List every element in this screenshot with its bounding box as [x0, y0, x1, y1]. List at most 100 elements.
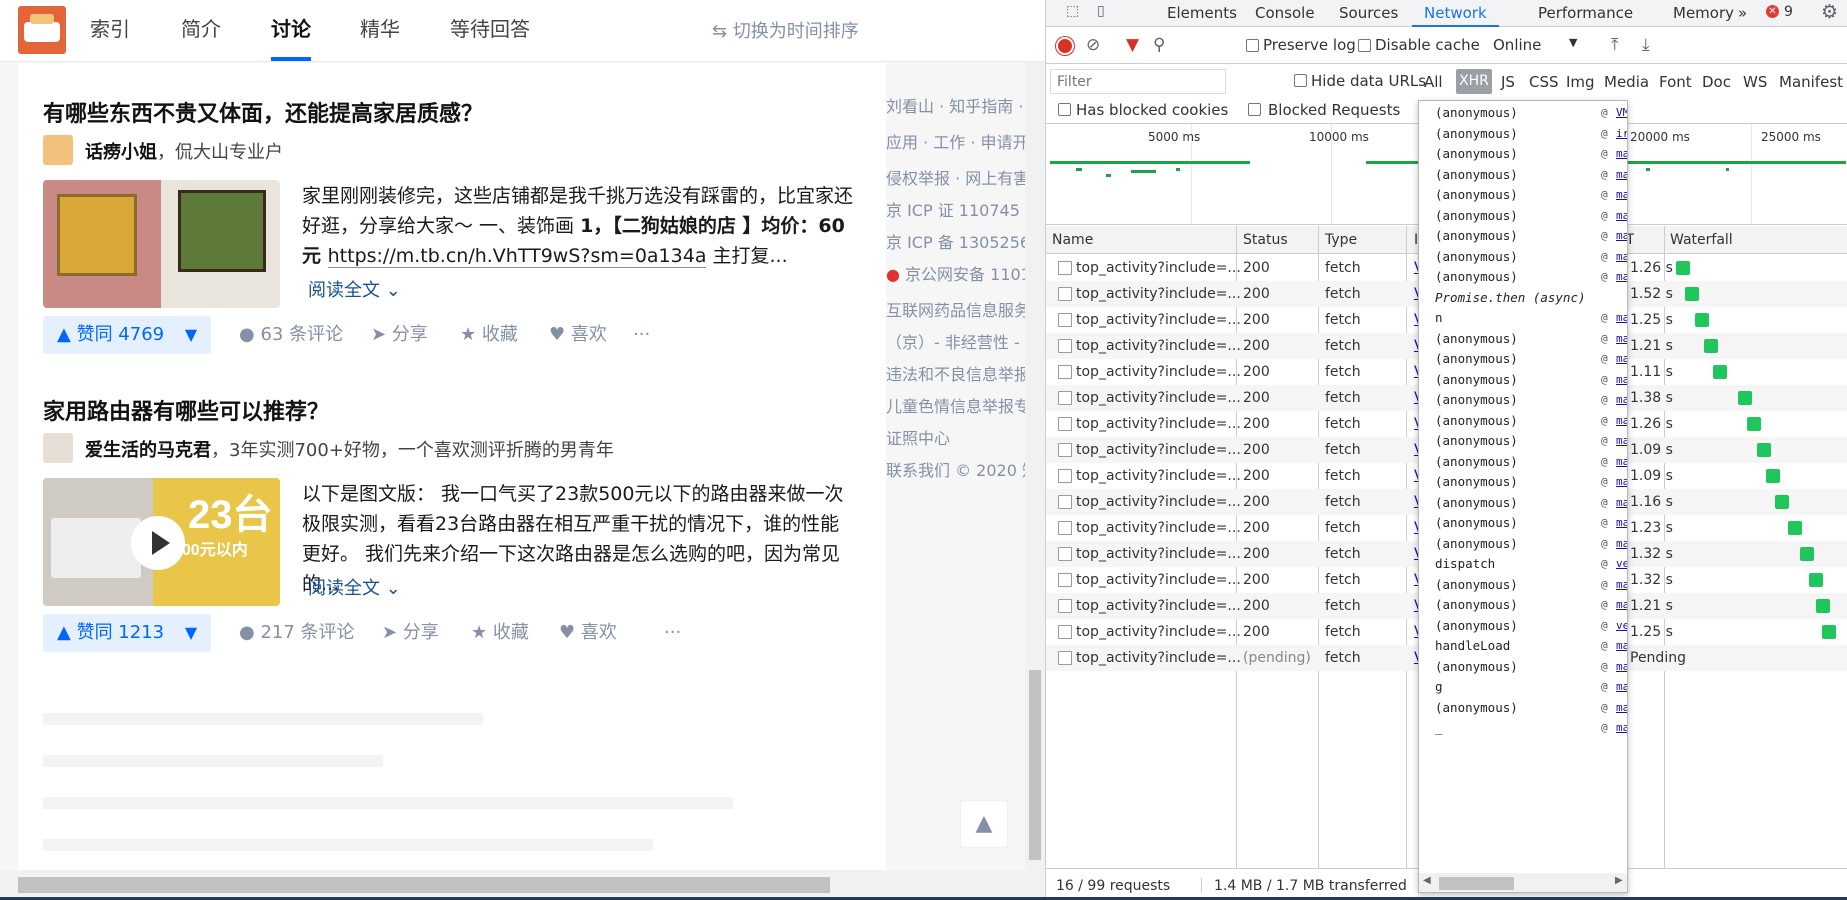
video-thumbnail[interactable]: 23台 500元以内: [43, 478, 280, 606]
stack-frame-source-link[interactable]: ma: [1616, 475, 1627, 488]
stack-frame-source-link[interactable]: VM: [1616, 106, 1627, 119]
filter-type-all[interactable]: All: [1424, 73, 1443, 91]
scrollbar-thumb[interactable]: [1029, 670, 1041, 860]
column-name[interactable]: Name: [1052, 232, 1093, 248]
throttling-select[interactable]: Online: [1493, 36, 1541, 54]
scrollbar-thumb[interactable]: [1439, 877, 1514, 890]
stack-frame-source-link[interactable]: ir: [1616, 127, 1627, 140]
footer-link[interactable]: 互联网药品信息服务资格证书: [886, 297, 1045, 321]
comments-button[interactable]: ● 63 条评论: [239, 316, 343, 354]
disable-cache-checkbox[interactable]: [1358, 39, 1371, 52]
error-count[interactable]: 9: [1784, 4, 1793, 20]
footer-link[interactable]: 刘看山 · 知乎指南 · 知乎协议: [886, 93, 1045, 117]
excerpt-link[interactable]: https://m.tb.cn/h.VhTT9wS?sm=0a134a: [327, 245, 707, 268]
request-name[interactable]: top_activity?include=...: [1076, 572, 1241, 588]
stack-frame-source-link[interactable]: ma: [1616, 147, 1627, 160]
avatar[interactable]: [43, 433, 73, 463]
search-icon[interactable]: ⚲: [1153, 35, 1165, 55]
back-to-top-button[interactable]: ▲: [960, 800, 1008, 848]
inspect-element-icon[interactable]: ⬚: [1066, 3, 1084, 21]
stack-frame-source-link[interactable]: ve: [1616, 557, 1627, 570]
stack-frame-source-link[interactable]: ma: [1616, 721, 1627, 734]
play-icon[interactable]: [131, 516, 185, 570]
stack-frame-source-link[interactable]: ma: [1616, 229, 1627, 242]
stack-frame-source-link[interactable]: ma: [1616, 332, 1627, 345]
like-button[interactable]: ♥ 喜欢: [549, 316, 607, 354]
tab-discussion[interactable]: 讨论: [271, 16, 311, 61]
request-name[interactable]: top_activity?include=...: [1076, 286, 1241, 302]
upvote-button[interactable]: ▲ 赞同 4769: [43, 316, 179, 354]
column-waterfall[interactable]: Waterfall: [1670, 232, 1733, 248]
import-har-icon[interactable]: ⤒: [1611, 35, 1619, 55]
stack-frame-source-link[interactable]: ma: [1616, 393, 1627, 406]
stack-frame-source-link[interactable]: ma: [1616, 434, 1627, 447]
column-status[interactable]: Status: [1243, 232, 1288, 248]
read-more-link[interactable]: 阅读全文 ⌄: [308, 574, 401, 600]
stack-frame-source-link[interactable]: ma: [1616, 639, 1627, 652]
device-toolbar-icon[interactable]: ▯: [1097, 3, 1115, 21]
scroll-left-icon[interactable]: ◀: [1423, 875, 1431, 886]
stack-frame-source-link[interactable]: ma: [1616, 537, 1627, 550]
stack-frame-source-link[interactable]: ma: [1616, 578, 1627, 591]
error-icon[interactable]: ✕: [1766, 5, 1779, 18]
request-name[interactable]: top_activity?include=...: [1076, 390, 1241, 406]
filter-type-xhr[interactable]: XHR: [1456, 69, 1492, 94]
popover-horizontal-scrollbar[interactable]: ◀ ▶: [1419, 873, 1627, 892]
request-name[interactable]: top_activity?include=...: [1076, 260, 1241, 276]
stack-frame-source-link[interactable]: ma: [1616, 660, 1627, 673]
scroll-right-icon[interactable]: ▶: [1615, 875, 1623, 886]
downvote-button[interactable]: ▼: [171, 614, 211, 652]
tab-waiting-answers[interactable]: 等待回答: [450, 16, 530, 42]
footer-link[interactable]: 儿童色情信息举报专区: [886, 393, 1045, 417]
request-name[interactable]: top_activity?include=...: [1076, 364, 1241, 380]
request-name[interactable]: top_activity?include=...: [1076, 312, 1241, 328]
more-tabs-button[interactable]: »: [1738, 4, 1747, 22]
stack-frame-source-link[interactable]: ma: [1616, 209, 1627, 222]
stack-frame-source-link[interactable]: ma: [1616, 188, 1627, 201]
horizontal-scrollbar[interactable]: [0, 870, 1045, 900]
footer-link[interactable]: 侵权举报 · 网上有害信息举报专区: [886, 165, 1045, 189]
request-name[interactable]: top_activity?include=...: [1076, 598, 1241, 614]
stack-frame-source-link[interactable]: ma: [1616, 516, 1627, 529]
read-more-link[interactable]: 阅读全文 ⌄: [308, 276, 401, 302]
answer-thumbnail[interactable]: [43, 180, 280, 308]
stack-frame-source-link[interactable]: ma: [1616, 311, 1627, 324]
stack-frame-source-link[interactable]: ma: [1616, 414, 1627, 427]
column-type[interactable]: Type: [1325, 232, 1357, 248]
tab-memory[interactable]: Memory: [1673, 4, 1734, 22]
scrollbar-thumb[interactable]: [18, 877, 830, 893]
filter-icon[interactable]: ▼: [1126, 35, 1139, 55]
tab-performance[interactable]: Performance: [1538, 4, 1633, 22]
request-name[interactable]: top_activity?include=...: [1076, 650, 1241, 666]
comments-button[interactable]: ● 217 条评论: [239, 614, 355, 652]
filter-type-doc[interactable]: Doc: [1702, 73, 1731, 91]
request-name[interactable]: top_activity?include=...: [1076, 338, 1241, 354]
request-name[interactable]: top_activity?include=...: [1076, 520, 1241, 536]
filter-type-js[interactable]: JS: [1501, 73, 1515, 91]
hide-data-urls-checkbox[interactable]: [1294, 74, 1307, 87]
request-name[interactable]: top_activity?include=...: [1076, 624, 1241, 640]
footer-link[interactable]: 应用 · 工作 · 申请开通知乎机构号: [886, 129, 1045, 153]
tab-network[interactable]: Network: [1412, 4, 1499, 27]
stack-frame-source-link[interactable]: ma: [1616, 168, 1627, 181]
collect-button[interactable]: ★ 收藏: [460, 316, 518, 354]
stack-frame-source-link[interactable]: ve: [1616, 619, 1627, 632]
tab-intro[interactable]: 简介: [181, 16, 221, 42]
request-name[interactable]: top_activity?include=...: [1076, 494, 1241, 510]
filter-type-media[interactable]: Media: [1604, 73, 1649, 91]
stack-frame-source-link[interactable]: ma: [1616, 598, 1627, 611]
tab-console[interactable]: Console: [1255, 4, 1315, 22]
question-title[interactable]: 家用路由器有哪些可以推荐？: [43, 394, 329, 426]
upvote-button[interactable]: ▲ 赞同 1213: [43, 614, 179, 652]
request-name[interactable]: top_activity?include=...: [1076, 442, 1241, 458]
collect-button[interactable]: ★ 收藏: [471, 614, 529, 652]
filter-type-manifest[interactable]: Manifest: [1779, 73, 1847, 91]
request-name[interactable]: top_activity?include=...: [1076, 546, 1241, 562]
clear-icon[interactable]: ⊘: [1086, 35, 1100, 55]
footer-link[interactable]: 联系我们 © 2020 知乎: [886, 457, 1045, 481]
stack-frame-source-link[interactable]: ma: [1616, 250, 1627, 263]
preserve-log-checkbox[interactable]: [1246, 39, 1259, 52]
answer-excerpt[interactable]: 家里刚刚装修完，这些店铺都是我千挑万选没有踩雷的，比宜家还好逛，分享给大家～ 一…: [302, 181, 857, 271]
stack-frame-source-link[interactable]: ma: [1616, 680, 1627, 693]
share-button[interactable]: ➤ 分享: [371, 316, 428, 354]
